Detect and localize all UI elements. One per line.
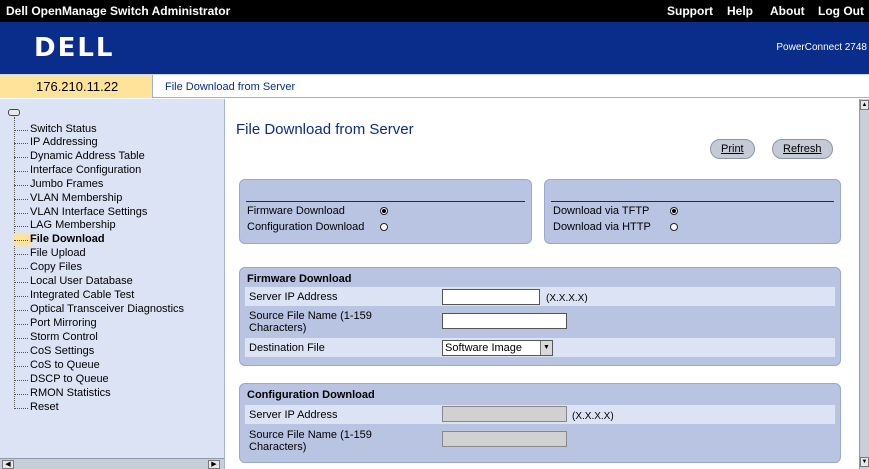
source-file-label-line2: Characters) — [249, 322, 307, 334]
tree-item-vlan-interface-settings[interactable]: VLAN Interface Settings — [13, 206, 147, 218]
tree-item-jumbo-frames[interactable]: Jumbo Frames — [13, 178, 103, 190]
tree-item-cos-to-queue[interactable]: CoS to Queue — [14, 359, 100, 371]
about-link[interactable]: About — [770, 4, 805, 18]
tree-item-ip-addressing[interactable]: IP Addressing — [14, 136, 98, 148]
tree-item-file-download[interactable]: File Download — [14, 233, 105, 245]
logout-link[interactable]: Log Out — [818, 4, 864, 18]
firmware-download-section: Firmware Download Server IP Address (X.X… — [239, 267, 841, 366]
device-ip: 176.210.11.22 — [36, 79, 119, 94]
download-type-panel: Firmware Download Configuration Download — [239, 179, 532, 244]
tree-item-cos-settings[interactable]: CoS Settings — [13, 345, 94, 357]
dell-logo: DELL — [34, 33, 115, 63]
configuration-download-section: Configuration Download Server IP Address… — [239, 383, 841, 463]
tree-item-local-user-database[interactable]: Local User Database — [14, 275, 133, 287]
support-link[interactable]: Support — [667, 4, 713, 18]
tree-item-rmon-statistics[interactable]: RMON Statistics — [14, 387, 111, 399]
scroll-right-icon[interactable]: ▶ — [208, 460, 220, 469]
firmware-section-heading: Firmware Download — [247, 273, 352, 285]
config-source-file-input[interactable] — [442, 431, 567, 447]
tree-item-port-mirroring[interactable]: Port Mirroring — [14, 317, 97, 329]
tree-item-storm-control[interactable]: Storm Control — [14, 331, 98, 343]
tree-item-reset[interactable]: Reset — [14, 401, 59, 413]
page-title: File Download from Server — [236, 121, 414, 138]
tree-item-integrated-cable-test[interactable]: Integrated Cable Test — [13, 289, 134, 301]
tree-item-dynamic-address-table[interactable]: Dynamic Address Table — [14, 150, 145, 162]
tree-item-switch-status[interactable]: Switch Status — [14, 123, 97, 135]
config-server-ip-label: Server IP Address — [249, 409, 338, 421]
tree-item-optical-transceiver-diagnostics[interactable]: Optical Transceiver Diagnostics — [13, 303, 184, 315]
server-ip-row: Server IP Address — [245, 287, 835, 306]
active-item-marker — [13, 233, 31, 245]
server-ip-label: Server IP Address — [249, 291, 338, 303]
address-strip: 176.210.11.22 File Download from Server — [0, 74, 869, 98]
download-via-http-radio[interactable] — [670, 223, 678, 231]
config-source-file-label-line2: Characters) — [249, 441, 307, 453]
server-ip-format-hint: (X.X.X.X) — [546, 293, 588, 304]
tree-item-vlan-membership[interactable]: VLAN Membership — [13, 192, 122, 204]
refresh-button[interactable]: Refresh — [772, 139, 833, 159]
panel-divider — [551, 201, 834, 202]
breadcrumb: File Download from Server — [165, 81, 296, 93]
destination-file-label: Destination File — [249, 342, 325, 354]
scroll-up-icon[interactable]: ▲ — [860, 100, 869, 110]
destination-file-select[interactable]: Software Image ▼ — [442, 340, 553, 356]
app-title: Dell OpenManage Switch Administrator — [6, 4, 231, 18]
download-via-tftp-radio[interactable] — [670, 207, 678, 215]
tree-item-lag-membership[interactable]: LAG Membership — [14, 219, 116, 231]
config-server-ip-format-hint: (X.X.X.X) — [572, 411, 614, 422]
tree-item-file-upload[interactable]: File Upload — [14, 247, 86, 259]
scroll-left-icon[interactable]: ◀ — [2, 460, 14, 469]
print-button[interactable]: Print — [710, 139, 755, 159]
tree-item-dscp-to-queue[interactable]: DSCP to Queue — [14, 373, 109, 385]
tree-root-icon[interactable] — [8, 109, 20, 116]
configuration-download-label: Configuration Download — [247, 221, 365, 233]
firmware-download-label: Firmware Download — [247, 205, 345, 217]
top-menu-bar: Dell OpenManage Switch Administrator Sup… — [0, 0, 869, 22]
config-source-file-label-line1: Source File Name (1-159 — [249, 429, 372, 441]
config-server-ip-input[interactable] — [442, 406, 567, 422]
panel-divider — [246, 201, 525, 202]
source-file-label-line1: Source File Name (1-159 — [249, 310, 372, 322]
firmware-download-radio[interactable] — [380, 207, 388, 215]
tree-horizontal-scrollbar[interactable]: ◀ ▶ — [0, 458, 224, 469]
download-via-http-label: Download via HTTP — [553, 221, 651, 233]
main-content: File Download from Server Print Refresh … — [226, 99, 859, 469]
configuration-section-heading: Configuration Download — [247, 389, 375, 401]
main-vertical-scrollbar[interactable]: ▲ ▼ — [859, 99, 869, 469]
chevron-down-icon[interactable]: ▼ — [540, 341, 552, 355]
download-protocol-panel: Download via TFTP Download via HTTP — [544, 179, 841, 244]
navigation-tree: Switch Status IP Addressing Dynamic Addr… — [0, 99, 225, 469]
source-file-input[interactable] — [442, 313, 567, 329]
header-banner: DELL PowerConnect 2748 — [0, 22, 869, 74]
scroll-down-icon[interactable]: ▼ — [860, 457, 869, 467]
help-link[interactable]: Help — [727, 4, 753, 18]
server-ip-input[interactable] — [442, 289, 540, 305]
product-name: PowerConnect 2748 — [776, 42, 867, 53]
tree-item-copy-files[interactable]: Copy Files — [14, 261, 82, 273]
destination-file-value: Software Image — [445, 342, 523, 354]
configuration-download-radio[interactable] — [380, 223, 388, 231]
download-via-tftp-label: Download via TFTP — [553, 205, 650, 217]
device-ip-box: 176.210.11.22 — [0, 75, 153, 98]
tree-item-interface-configuration[interactable]: Interface Configuration — [13, 164, 141, 176]
